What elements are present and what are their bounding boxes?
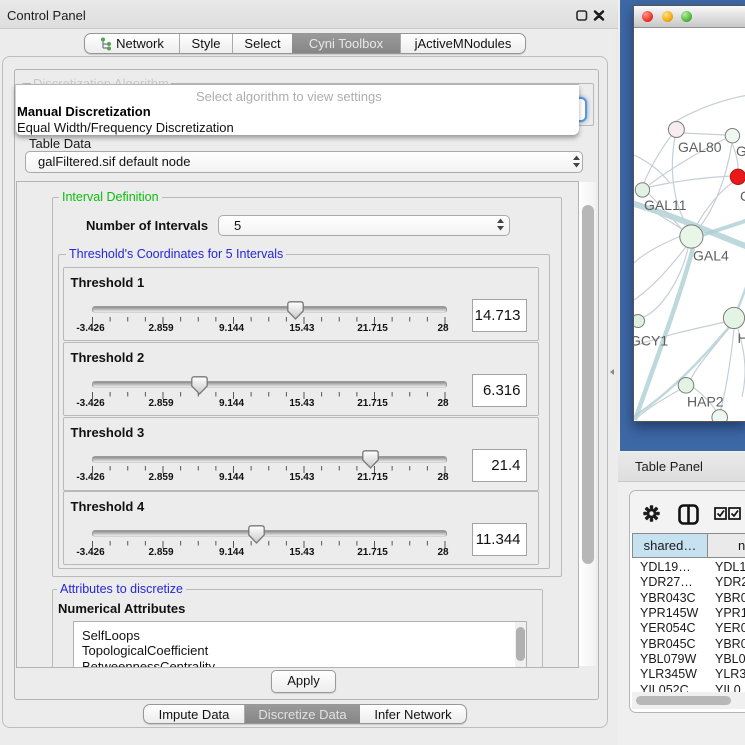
- svg-text:HA: HA: [738, 330, 745, 346]
- svg-text:GAL11: GAL11: [644, 197, 687, 213]
- svg-text:GA: GA: [736, 143, 745, 159]
- svg-text:CO: CO: [740, 188, 745, 204]
- svg-text:GAL4: GAL4: [693, 248, 729, 264]
- svg-text:GCY1: GCY1: [634, 333, 668, 349]
- svg-text:HAP2: HAP2: [687, 394, 724, 410]
- svg-text:GAL80: GAL80: [678, 139, 722, 155]
